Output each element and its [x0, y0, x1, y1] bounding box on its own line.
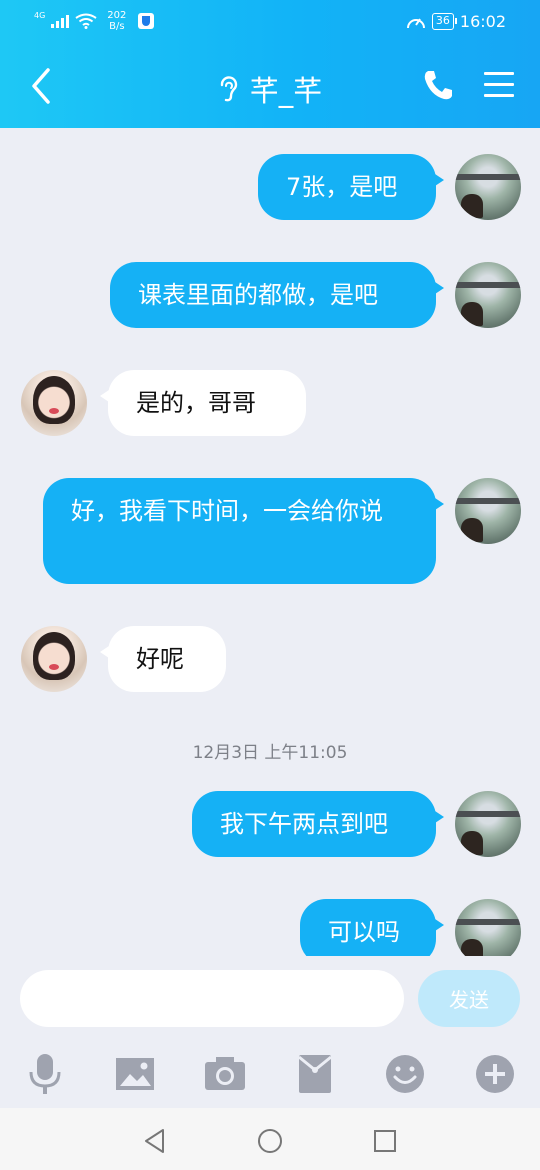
wifi-icon — [75, 13, 97, 29]
contact-avatar[interactable] — [21, 370, 87, 436]
home-circle-icon[interactable] — [255, 1126, 285, 1156]
camera-icon[interactable] — [203, 1052, 247, 1096]
net-speed-unit: B/s — [109, 21, 125, 32]
status-left: 4G 202 B/s — [34, 10, 155, 32]
chat-title[interactable]: 芊_芊 — [0, 68, 540, 110]
phone-icon[interactable] — [422, 68, 454, 102]
message-bubble-outgoing[interactable]: 课表里面的都做，是吧 — [110, 262, 444, 328]
message-input[interactable] — [20, 970, 404, 1027]
status-bar: 4G 202 B/s 36 16:02 — [0, 0, 540, 44]
message-list[interactable]: 7张，是吧 课表里面的都做，是吧 是的，哥哥 好，我看下时间，一会给你说 好呢 … — [0, 128, 540, 956]
composer: 发送 — [0, 956, 540, 1040]
message-bubble-outgoing[interactable]: 我下午两点到吧 — [192, 791, 444, 857]
my-avatar[interactable] — [455, 899, 521, 956]
status-right: 36 16:02 — [406, 12, 506, 31]
message-bubble-outgoing[interactable]: 好，我看下时间，一会给你说 — [43, 478, 444, 584]
net-speed: 202 B/s — [107, 10, 126, 32]
my-avatar[interactable] — [455, 478, 521, 544]
emoji-icon[interactable] — [383, 1052, 427, 1096]
message-bubble-incoming[interactable]: 好呢 — [100, 626, 226, 692]
recents-square-icon[interactable] — [370, 1126, 400, 1156]
contact-name: 芊_芊 — [249, 74, 323, 108]
signal-icon — [51, 14, 70, 28]
red-packet-icon[interactable] — [293, 1052, 337, 1096]
message-bubble-outgoing[interactable]: 7张，是吧 — [258, 154, 444, 220]
hamburger-menu-icon[interactable] — [484, 72, 514, 98]
my-avatar[interactable] — [455, 262, 521, 328]
message-bubble-outgoing[interactable]: 可以吗 — [300, 899, 444, 956]
back-triangle-icon[interactable] — [140, 1126, 170, 1156]
my-avatar[interactable] — [455, 154, 521, 220]
image-icon[interactable] — [113, 1052, 157, 1096]
shield-icon — [138, 13, 155, 29]
network-type: 4G — [34, 10, 46, 20]
send-button[interactable]: 发送 — [418, 970, 520, 1027]
message-timestamp: 12月3日 上午11:05 — [192, 743, 348, 763]
net-speed-value: 202 — [107, 10, 127, 21]
contact-avatar[interactable] — [21, 626, 87, 692]
system-nav-bar — [0, 1108, 540, 1170]
chat-header: 芊_芊 — [0, 44, 540, 128]
speedometer-icon — [406, 17, 425, 28]
battery-indicator: 36 — [431, 13, 457, 30]
top-bar: 4G 202 B/s 36 16:02 芊_芊 — [0, 0, 540, 128]
clock: 16:02 — [459, 12, 506, 31]
my-avatar[interactable] — [455, 791, 521, 857]
plus-icon[interactable] — [473, 1052, 517, 1096]
ear-icon — [220, 76, 237, 102]
composer-toolbar — [0, 1040, 540, 1108]
mic-icon[interactable] — [23, 1052, 67, 1096]
message-bubble-incoming[interactable]: 是的，哥哥 — [100, 370, 306, 436]
